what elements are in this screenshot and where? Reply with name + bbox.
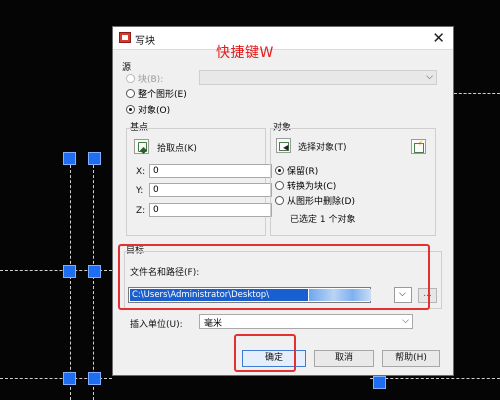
pick-point-icon[interactable] [134,139,149,154]
radio-dot [275,196,284,205]
insert-units-value: 毫米 [204,319,223,329]
radio-convert-label: 转换为块(C) [287,182,337,192]
radio-retain[interactable]: 保留(R) [275,164,318,177]
radio-dot [275,166,284,175]
autocad-app-icon [119,32,131,43]
radio-block-label: 块(B): [138,75,164,85]
radio-dot [126,89,135,98]
highlight-ok-box [234,334,296,372]
radio-objects-label: 对象(O) [138,106,171,116]
radio-entire-drawing[interactable]: 整个图形(E) [126,87,187,100]
y-coordinate-input[interactable]: 0 [149,183,272,197]
grip-handle[interactable] [88,372,101,385]
hotkey-annotation: 快捷键W [216,45,274,61]
radio-entire-drawing-label: 整个图形(E) [138,90,187,100]
quick-select-icon[interactable] [411,139,426,154]
close-icon[interactable]: ✕ [432,29,445,47]
insert-units-label: 插入单位(U): [130,320,183,330]
chevron-down-icon: ⌵ [402,316,409,326]
radio-delete-label: 从图形中删除(D) [287,197,355,207]
block-name-select[interactable]: ⌵ [199,70,437,85]
radio-dot [275,181,284,190]
z-label: Z: [136,206,146,216]
chevron-down-icon: ⌵ [426,72,433,82]
highlight-destination-box [118,244,430,310]
radio-delete-from-drawing[interactable]: 从图形中删除(D) [275,194,355,207]
select-objects-icon[interactable] [276,138,291,153]
radio-convert-to-block[interactable]: 转换为块(C) [275,179,336,192]
grip-handle[interactable] [63,372,76,385]
y-label: Y: [136,186,144,196]
insert-units-select[interactable]: 毫米 ⌵ [199,314,413,329]
x-label: X: [136,167,146,177]
objects-selected-status: 已选定 1 个对象 [290,215,356,225]
cad-dashed-line [454,93,500,94]
radio-dot [126,74,135,83]
radio-block[interactable]: 块(B): [126,72,163,85]
cad-dashed-line [93,165,94,400]
grip-handle[interactable] [88,265,101,278]
cad-dashed-line [70,165,71,400]
radio-dot [126,105,135,114]
grip-handle[interactable] [373,376,386,389]
x-coordinate-input[interactable]: 0 [149,164,272,178]
dialog-titlebar: 写块 ✕ [113,27,453,50]
radio-objects[interactable]: 对象(O) [126,103,170,116]
cad-dashed-line [370,378,500,379]
help-button[interactable]: 帮助(H) [382,350,440,367]
grip-handle[interactable] [63,265,76,278]
cancel-button[interactable]: 取消 [314,350,374,367]
grip-handle[interactable] [63,152,76,165]
grip-handle[interactable] [88,152,101,165]
select-objects-label[interactable]: 选择对象(T) [298,140,347,153]
z-coordinate-input[interactable]: 0 [149,203,272,217]
pick-point-label[interactable]: 拾取点(K) [157,141,197,154]
radio-retain-label: 保留(R) [287,167,319,177]
dialog-title: 写块 [135,36,155,47]
